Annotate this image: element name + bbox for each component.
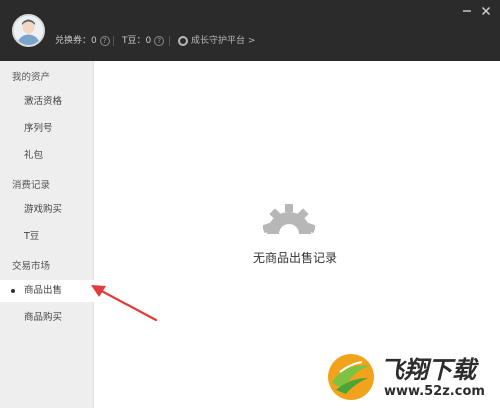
- help-icon[interactable]: ?: [154, 35, 165, 46]
- redeem-coupon-count: 兑换券：0?: [55, 35, 110, 47]
- empty-state-message: 无商品出售记录: [252, 251, 337, 265]
- feixiang-logo-icon: [328, 354, 374, 400]
- avatar[interactable]: [12, 14, 45, 47]
- watermark-title: 飞翔下载: [380, 356, 476, 384]
- sidebar-item-serial-number[interactable]: 序列号: [0, 118, 94, 140]
- tdou-label: T豆：0: [122, 36, 152, 46]
- sidebar: 我的资产 激活资格 序列号 礼包 消费记录 游戏购买 T豆 交易市场 商品出售 …: [0, 61, 95, 408]
- tdou-count: T豆：0?: [122, 35, 165, 47]
- sidebar-item-gift-pack[interactable]: 礼包: [0, 145, 94, 167]
- watermark: 飞翔下载 www.52z.com: [318, 346, 500, 408]
- minimize-icon[interactable]: [462, 6, 472, 16]
- sidebar-item-activation[interactable]: 激活资格: [0, 91, 94, 113]
- sidebar-item-label: 商品出售: [24, 285, 63, 296]
- close-icon[interactable]: [481, 6, 491, 16]
- sidebar-item-item-sale[interactable]: 商品出售: [0, 280, 95, 302]
- sidebar-item-game-purchase[interactable]: 游戏购买: [0, 199, 94, 221]
- section-title-purchase-history: 消费记录: [12, 180, 51, 191]
- section-title-my-assets: 我的资产: [12, 72, 51, 83]
- redeem-coupon-label: 兑换券：0: [55, 36, 97, 46]
- section-title-market: 交易市场: [12, 261, 51, 272]
- divider: [169, 36, 170, 46]
- sidebar-item-item-purchase[interactable]: 商品购买: [0, 307, 94, 329]
- gear-icon: [263, 204, 315, 234]
- active-bullet-icon: [11, 289, 15, 293]
- sidebar-item-tdou[interactable]: T豆: [0, 226, 94, 248]
- help-icon[interactable]: ?: [99, 35, 110, 46]
- shield-icon: [178, 36, 188, 46]
- watermark-url: www.52z.com: [384, 384, 485, 399]
- divider: [113, 36, 114, 46]
- growth-guardian-link[interactable]: 成长守护平台 >: [191, 35, 255, 47]
- title-bar: 兑换券：0? T豆：0? 成长守护平台 >: [0, 0, 500, 61]
- annotation-arrow-icon: [91, 285, 158, 322]
